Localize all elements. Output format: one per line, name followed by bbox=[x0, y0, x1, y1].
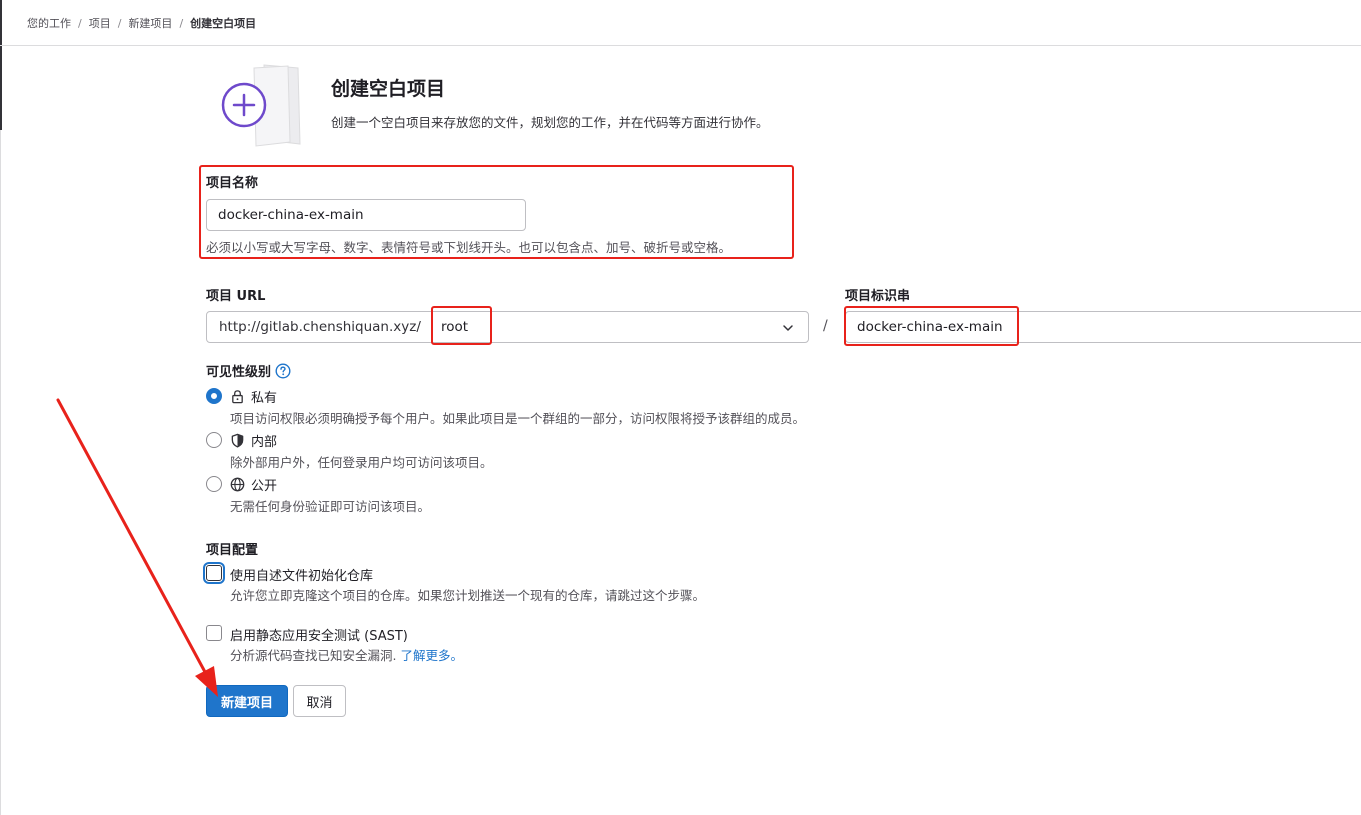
project-config-label: 项目配置 bbox=[206, 543, 259, 558]
breadcrumb-item-current[interactable]: 创建空白项目 bbox=[190, 15, 256, 31]
breadcrumb-item-new-project[interactable]: 新建项目 bbox=[128, 15, 172, 31]
blank-project-illustration bbox=[210, 62, 310, 148]
project-url-prefix: http://gitlab.chenshiquan.xyz/ bbox=[219, 319, 421, 335]
visibility-public-radio[interactable] bbox=[206, 476, 222, 492]
question-circle-icon[interactable] bbox=[275, 362, 291, 379]
breadcrumb-item-projects[interactable]: 项目 bbox=[89, 15, 111, 31]
lock-icon bbox=[232, 390, 243, 404]
sast-description: 分析源代码查找已知安全漏洞. bbox=[230, 648, 397, 663]
project-url-field: http://gitlab.chenshiquan.xyz/ root bbox=[206, 311, 809, 343]
url-slash-separator: / bbox=[823, 318, 828, 334]
visibility-public-label[interactable]: 公开 bbox=[230, 475, 277, 494]
page-description: 创建一个空白项目来存放您的文件，规划您的工作，并在代码等方面进行协作。 bbox=[331, 115, 769, 130]
visibility-public-description: 无需任何身份验证即可访问该项目。 bbox=[230, 499, 431, 514]
readme-label[interactable]: 使用自述文件初始化仓库 bbox=[230, 565, 373, 584]
sast-description-row: 分析源代码查找已知安全漏洞. 了解更多。 bbox=[230, 645, 463, 664]
project-url-label: 项目 URL bbox=[206, 289, 266, 304]
page-title: 创建空白项目 bbox=[331, 78, 446, 100]
breadcrumb-divider bbox=[0, 45, 1361, 46]
visibility-internal-text: 内部 bbox=[251, 435, 278, 450]
breadcrumb: 您的工作 / 项目 / 新建项目 / 创建空白项目 bbox=[27, 15, 256, 31]
annotation-box-project-slug bbox=[844, 306, 1019, 346]
visibility-internal-radio[interactable] bbox=[206, 432, 222, 448]
visibility-private-label[interactable]: 私有 bbox=[230, 387, 277, 406]
visibility-private-radio[interactable] bbox=[206, 388, 222, 404]
visibility-internal-description: 除外部用户外，任何登录用户均可访问该项目。 bbox=[230, 455, 493, 470]
globe-icon bbox=[230, 477, 245, 492]
sast-checkbox[interactable] bbox=[206, 625, 222, 641]
breadcrumb-item-your-work[interactable]: 您的工作 bbox=[27, 15, 71, 31]
breadcrumb-separator: / bbox=[78, 17, 82, 30]
visibility-label: 可见性级别 bbox=[206, 365, 272, 380]
readme-description: 允许您立即克隆这个项目的仓库。如果您计划推送一个现有的仓库，请跳过这个步骤。 bbox=[230, 588, 706, 603]
visibility-public-text: 公开 bbox=[251, 479, 278, 494]
visibility-label-row: 可见性级别 bbox=[206, 361, 291, 380]
window-edge bbox=[0, 0, 2, 130]
shield-icon bbox=[231, 433, 244, 448]
project-slug-label: 项目标识串 bbox=[845, 289, 911, 304]
visibility-private-text: 私有 bbox=[251, 391, 278, 406]
project-name-help: 必须以小写或大写字母、数字、表情符号或下划线开头。也可以包含点、加号、破折号或空… bbox=[206, 240, 732, 255]
annotation-box-namespace bbox=[431, 306, 492, 345]
cancel-button[interactable]: 取消 bbox=[293, 685, 346, 717]
visibility-private-description: 项目访问权限必须明确授予每个用户。如果此项目是一个群组的一部分，访问权限将授予该… bbox=[230, 411, 806, 426]
project-name-input[interactable]: docker-china-ex-main bbox=[206, 199, 526, 231]
create-project-button[interactable]: 新建项目 bbox=[206, 685, 288, 717]
readme-checkbox[interactable] bbox=[206, 565, 222, 581]
visibility-internal-label[interactable]: 内部 bbox=[230, 431, 277, 450]
breadcrumb-separator: / bbox=[179, 17, 184, 30]
window-edge-lower bbox=[0, 130, 1, 815]
breadcrumb-separator: / bbox=[117, 17, 122, 30]
chevron-down-icon[interactable] bbox=[782, 322, 794, 334]
learn-more-link[interactable]: 了解更多。 bbox=[400, 648, 463, 663]
project-name-label: 项目名称 bbox=[206, 176, 259, 191]
sast-label[interactable]: 启用静态应用安全测试 (SAST) bbox=[230, 625, 408, 644]
